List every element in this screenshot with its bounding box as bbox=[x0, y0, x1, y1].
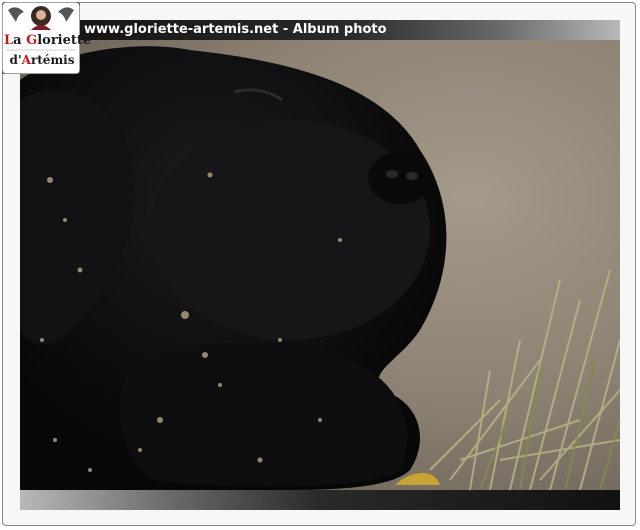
logo-text-line1: La Gloriette bbox=[4, 33, 91, 48]
logo-word-rtemis: rtémis bbox=[30, 53, 75, 67]
site-logo[interactable]: La Gloriette d'Artémis bbox=[1, 1, 91, 75]
logo-word-loriette: loriette bbox=[37, 33, 92, 48]
footer-bar bbox=[20, 490, 620, 510]
logo-cap-a: A bbox=[21, 53, 31, 67]
logo-cap-g: G bbox=[26, 33, 38, 48]
logo-cap-l: L bbox=[4, 33, 14, 48]
header-bar: www.gloriette-artemis.net - Album photo bbox=[20, 20, 620, 40]
logo-word-d: d' bbox=[9, 53, 22, 67]
dog-photo-image bbox=[20, 40, 620, 490]
logo-word-a: a bbox=[13, 33, 27, 48]
logo-text-line2: d'Artémis bbox=[4, 53, 80, 67]
album-title: www.gloriette-artemis.net - Album photo bbox=[84, 22, 387, 37]
album-photo[interactable] bbox=[20, 40, 620, 490]
